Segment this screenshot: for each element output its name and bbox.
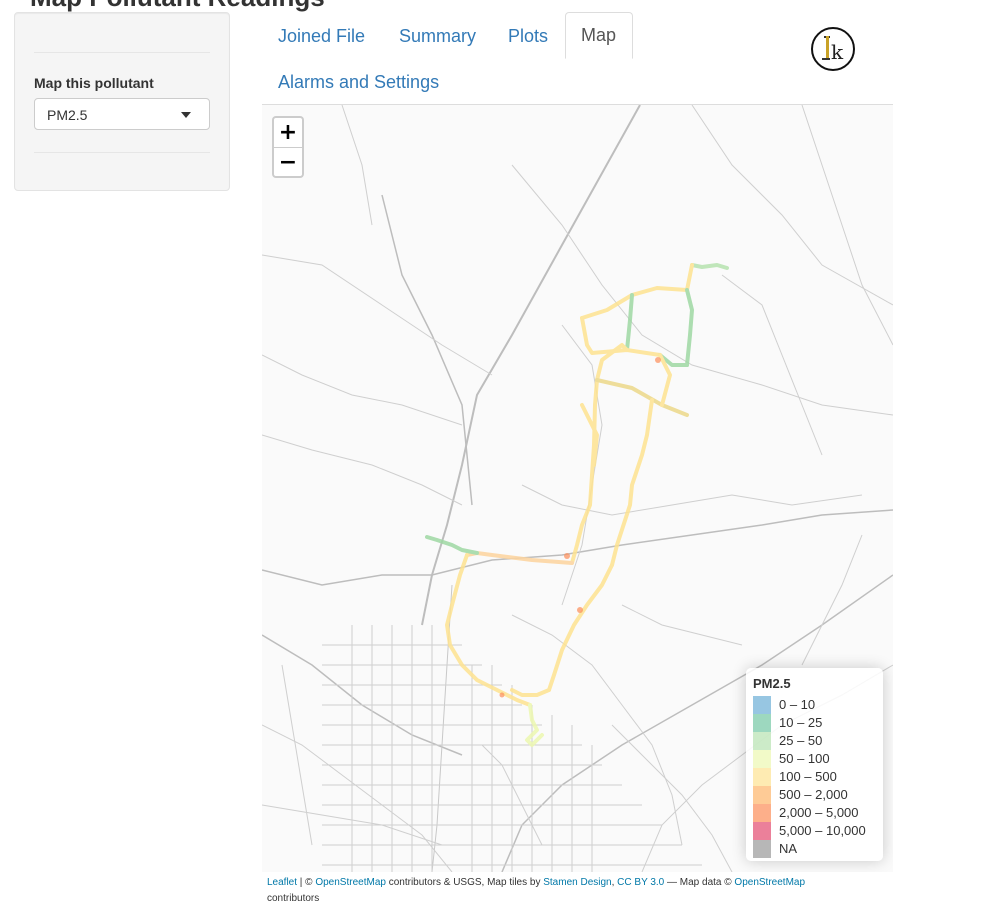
legend-swatch [753,840,771,858]
legend-swatch [753,750,771,768]
tab-bar: Joined File Summary Plots Map Alarms and… [262,12,893,105]
legend-swatch [753,732,771,750]
tab-plots[interactable]: Plots [508,26,548,47]
legend-label: 10 – 25 [779,715,823,730]
zoom-out-button[interactable]: − [274,148,302,177]
map-attribution: Leaflet | © OpenStreetMap contributors &… [267,875,867,907]
tab-alarms-settings[interactable]: Alarms and Settings [278,72,439,93]
legend-label: 100 – 500 [779,769,837,784]
legend-title: PM2.5 [753,676,791,691]
legend-label: 5,000 – 10,000 [779,823,866,838]
tab-map[interactable]: Map [565,12,633,59]
sidebar-divider-top [34,52,210,53]
legend-label: 500 – 2,000 [779,787,848,802]
legend-swatch [753,714,771,732]
openstreetmap-link[interactable]: OpenStreetMap [315,877,386,888]
legend-label: 0 – 10 [779,697,816,712]
openstreetmap-link-2[interactable]: OpenStreetMap [734,877,805,888]
legend-swatch [753,822,771,840]
legend-label: 2,000 – 5,000 [779,805,859,820]
app-logo: k [811,27,855,71]
legend-swatch [753,786,771,804]
map-legend: PM2.5 0 – 10 10 – 25 25 – 50 50 – 100 10… [746,668,883,861]
attribution-text: contributors [267,893,320,904]
attribution-text: contributors & USGS, Map tiles by [385,877,544,888]
stamen-design-link[interactable]: Stamen Design [543,877,611,888]
tab-joined-file[interactable]: Joined File [278,26,365,47]
cc-by-link[interactable]: CC BY 3.0 [617,877,664,888]
zoom-in-button[interactable]: + [274,118,302,148]
attribution-text: | © [297,877,316,888]
pollutant-select-label: Map this pollutant [34,75,154,91]
svg-text:k: k [831,40,844,64]
legend-label: 50 – 100 [779,751,830,766]
map-panel[interactable]: + − PM2.5 0 – 10 10 – 25 25 – 50 50 – 10… [262,105,893,872]
pollutant-select[interactable]: PM2.5 [34,98,210,130]
sidebar-divider-bottom [34,152,210,153]
legend-swatch [753,696,771,714]
leaflet-link[interactable]: Leaflet [267,877,297,888]
zoom-control: + − [272,116,304,178]
caret-down-icon [181,112,191,118]
attribution-text: — Map data © [664,877,735,888]
sidebar-panel: Map this pollutant PM2.5 [14,12,230,191]
legend-swatch [753,768,771,786]
pollutant-select-value: PM2.5 [47,107,88,123]
legend-label: 25 – 50 [779,733,823,748]
legend-swatch [753,804,771,822]
legend-label: NA [779,841,798,856]
tab-summary[interactable]: Summary [399,26,476,47]
